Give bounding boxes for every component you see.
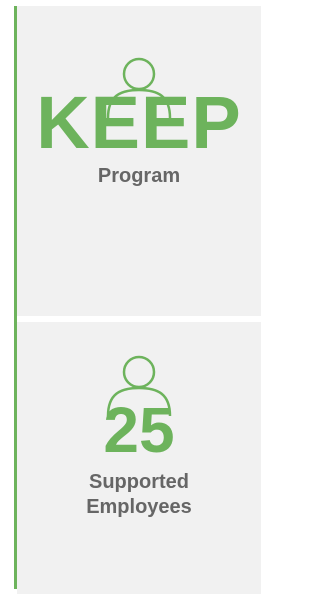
stat-value: 25 — [103, 394, 175, 466]
stat-caption: Program — [98, 164, 180, 189]
page: KEEP Program 25 Supported Employees — [0, 0, 265, 594]
stat-card-supported-employees: 25 Supported Employees — [17, 322, 261, 594]
stat-caption-line: Program — [97, 165, 181, 187]
stat-value: KEEP — [36, 81, 242, 164]
stat-caption-line: Supported — [88, 471, 189, 493]
stat-card-keep-program: KEEP Program — [17, 6, 261, 316]
stat-caption: Supported Employees — [86, 470, 192, 520]
stat-caption-line: Employees — [86, 496, 192, 518]
